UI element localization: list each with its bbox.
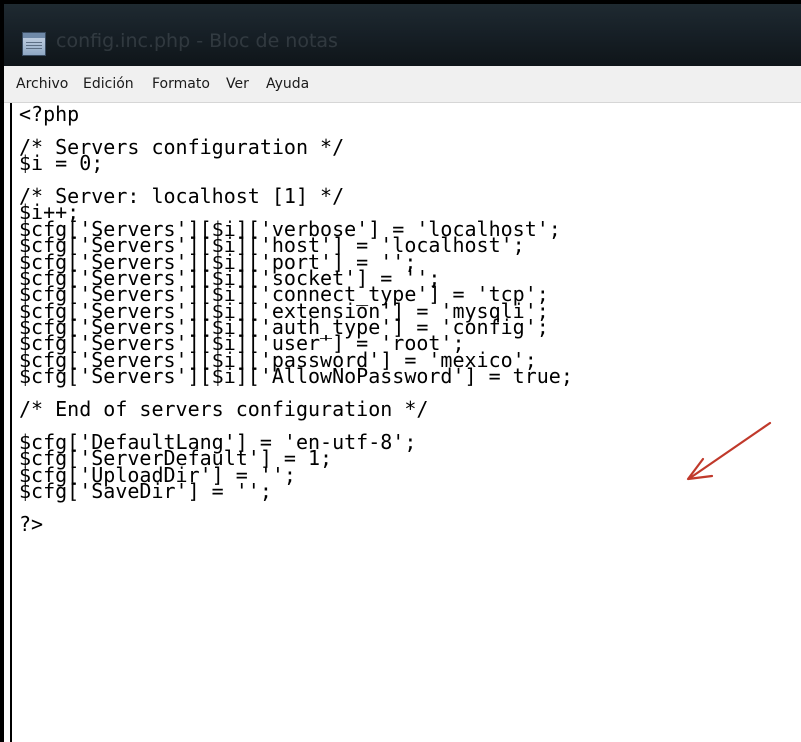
notepad-window: config.inc.php - Bloc de notas Archivo E… (0, 0, 801, 742)
annotation-arrow (686, 421, 772, 481)
